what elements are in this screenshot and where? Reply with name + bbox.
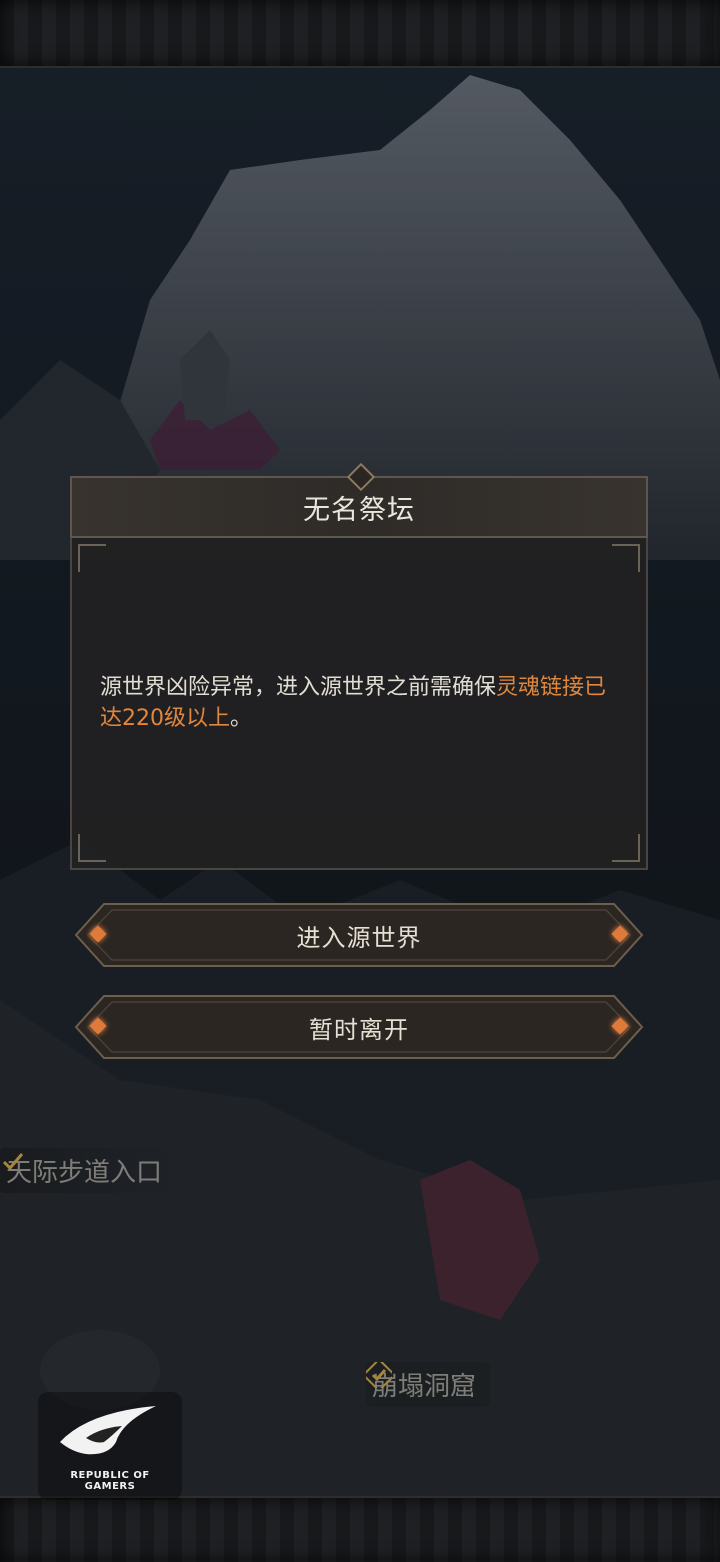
enter-source-world-button[interactable]: 进入源世界 (74, 902, 644, 968)
message-text: 源世界凶险异常，进入源世界之前需确保 (100, 675, 497, 700)
leave-button-label: 暂时离开 (309, 1015, 409, 1044)
enter-button-label: 进入源世界 (296, 923, 422, 952)
dialog-body: 源世界凶险异常，进入源世界之前需确保灵魂链接已达220级以上。 (70, 538, 648, 870)
rog-text: REPUBLIC OF GAMERS (38, 1470, 182, 1492)
altar-dialog: 无名祭坛 源世界凶险异常，进入源世界之前需确保灵魂链接已达220级以上。 (70, 462, 648, 870)
rog-logo-icon (60, 1406, 156, 1455)
leave-button[interactable]: 暂时离开 (74, 994, 644, 1060)
message-end: 。 (230, 706, 253, 731)
corner-ornament (78, 834, 106, 862)
rog-text-line2: GAMERS (84, 1481, 136, 1492)
rog-watermark: REPUBLIC OF GAMERS (38, 1392, 182, 1500)
dialog-message: 源世界凶险异常，进入源世界之前需确保灵魂链接已达220级以上。 (100, 672, 610, 734)
corner-ornament (612, 834, 640, 862)
corner-ornament (78, 544, 106, 572)
dialog-title: 无名祭坛 (303, 494, 415, 526)
rog-text-line1: REPUBLIC OF (70, 1470, 150, 1481)
corner-ornament (612, 544, 640, 572)
